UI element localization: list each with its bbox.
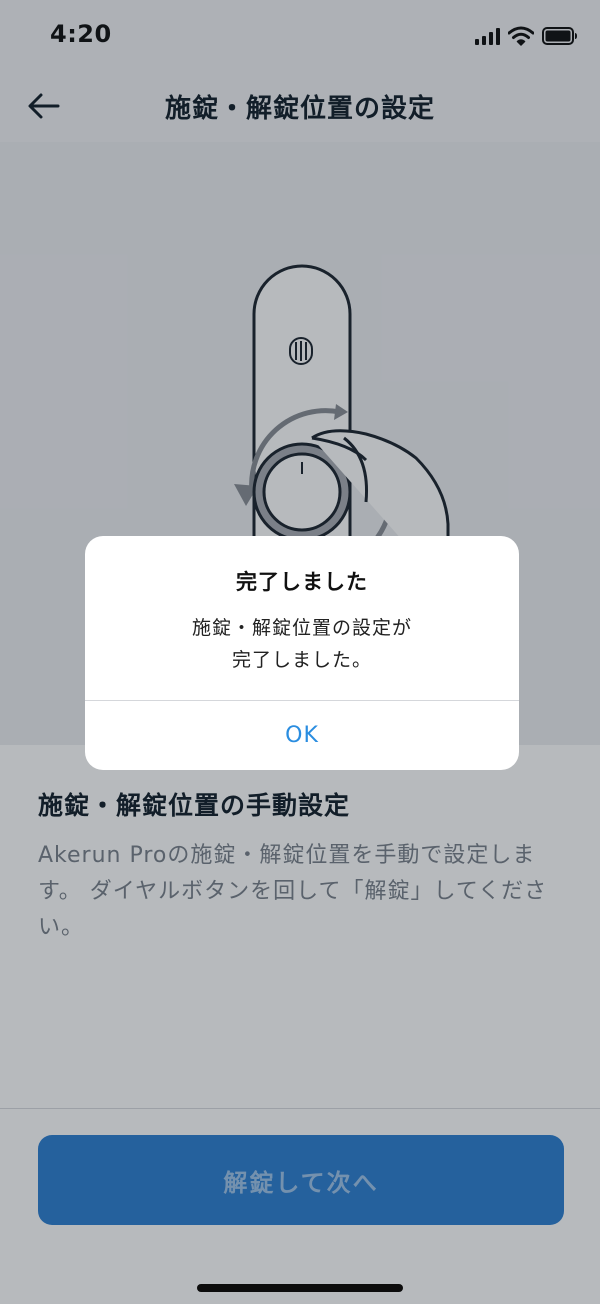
alert-message: 施錠・解錠位置の設定が 完了しました。	[85, 612, 519, 676]
alert-title: 完了しました	[236, 570, 368, 594]
screen: 4:20 施錠・解錠位置の設定 施錠・解錠位置の手動設定 Akerun Proの…	[0, 0, 600, 1304]
alert-message-line2: 完了しました。	[231, 649, 372, 671]
alert-ok-button[interactable]: OK	[85, 701, 519, 770]
home-indicator[interactable]	[197, 1284, 403, 1292]
completion-alert: 完了しました 施錠・解錠位置の設定が 完了しました。 OK	[85, 536, 519, 770]
alert-message-line1: 施錠・解錠位置の設定が	[191, 617, 412, 639]
